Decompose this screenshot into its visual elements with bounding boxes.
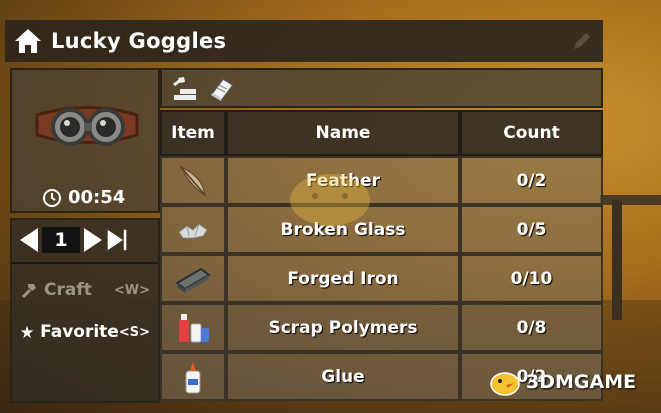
count-cell: 0/2 [460,156,603,205]
favorite-button[interactable]: Favorite <S> [20,322,150,342]
forged-iron-icon [175,267,211,293]
item-cell [160,205,226,254]
header-count[interactable]: Count [460,110,603,156]
item-cell [160,303,226,352]
favorite-hotkey: <S> [118,324,150,340]
clock-icon [43,188,61,207]
left-panel: 00:54 1 Craft <W> Favorite <S> [10,68,160,403]
craft-hotkey: <W> [113,282,150,298]
watermark-text: 3DMGAME [526,371,637,393]
table-header: Item Name Count [160,110,603,156]
hammer-icon [21,284,36,299]
controls-divider [12,262,158,264]
glue-icon [185,361,201,393]
watermark: 3DMGAME [488,367,636,397]
table-row[interactable]: Forged Iron 0/10 [160,254,603,303]
broken-glass-icon [178,222,208,238]
craft-timer: 00:54 [42,187,125,208]
item-cell [160,254,226,303]
favorite-label: Favorite [40,322,119,342]
craft-label: Craft [44,280,92,300]
increase-quantity-icon[interactable] [82,226,104,254]
item-preview: 00:54 [10,68,160,213]
craft-button[interactable]: Craft <W> [20,280,150,300]
crafting-bench-icon[interactable] [170,75,198,103]
home-icon[interactable] [13,26,43,56]
header-name[interactable]: Name [226,110,460,156]
watermark-mascot-icon [290,174,370,226]
recipe-book-icon[interactable] [207,75,235,103]
item-cell [160,156,226,205]
quantity-input[interactable]: 1 [42,227,80,253]
background-fence-rail [600,195,661,205]
decrease-quantity-icon[interactable] [18,226,40,254]
craft-controls: 1 Craft <W> Favorite <S> [10,218,160,403]
goggles-icon [35,106,139,146]
header-item[interactable]: Item [160,110,226,156]
table-row[interactable]: Scrap Polymers 0/8 [160,303,603,352]
quantity-selector: 1 [18,226,128,254]
recipe-panel: Item Name Count Feather 0/2 [160,68,603,403]
scrap-polymers-icon [179,313,209,342]
window-title: Lucky Goggles [51,29,227,53]
chick-logo-icon [490,372,520,396]
item-cell [160,352,226,401]
pencil-icon [574,33,590,49]
timer-value: 00:54 [68,187,126,208]
count-cell: 0/8 [460,303,603,352]
star-icon [20,325,34,339]
title-bar: Lucky Goggles [5,20,603,62]
background-fence-post [612,200,622,320]
feather-icon [179,164,206,196]
name-cell: Forged Iron [226,254,460,303]
ingredients-table: Item Name Count Feather 0/2 [160,110,603,401]
name-cell: Glue [226,352,460,401]
count-cell: 0/10 [460,254,603,303]
count-cell: 0/5 [460,205,603,254]
name-cell: Scrap Polymers [226,303,460,352]
tab-bar [160,68,603,108]
max-quantity-icon[interactable] [106,226,128,254]
